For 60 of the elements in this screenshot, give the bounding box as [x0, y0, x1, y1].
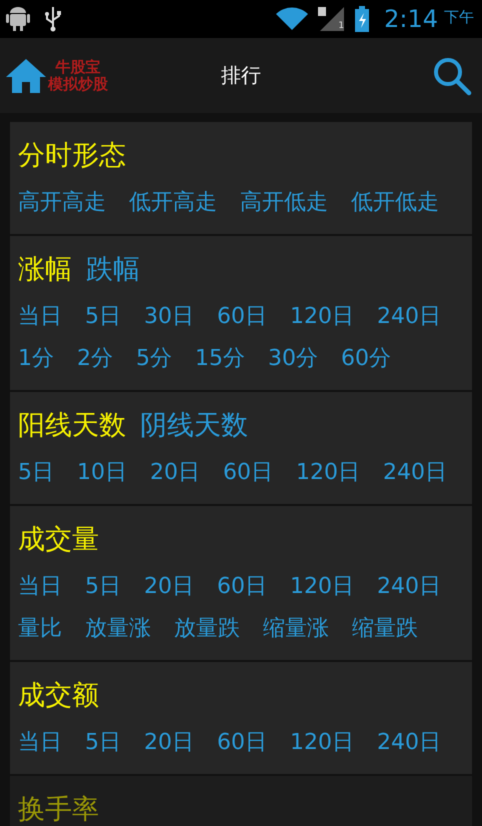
- ranking-link[interactable]: 20日: [150, 452, 200, 494]
- android-icon: [6, 6, 30, 32]
- ranking-link[interactable]: 缩量跌: [352, 608, 418, 650]
- ranking-link[interactable]: 20日: [144, 722, 194, 764]
- ranking-link[interactable]: 当日: [18, 722, 62, 764]
- ranking-link[interactable]: 240日: [377, 566, 441, 608]
- category-tab[interactable]: 阳线天数: [18, 406, 126, 446]
- battery-icon: [354, 6, 370, 32]
- ranking-link[interactable]: 5日: [85, 566, 121, 608]
- clock-period: 下午: [444, 8, 474, 27]
- ranking-link[interactable]: 15分: [195, 338, 245, 380]
- ranking-link[interactable]: 1分: [18, 338, 54, 380]
- ranking-link[interactable]: 120日: [296, 452, 360, 494]
- ranking-link[interactable]: 高开低走: [240, 182, 328, 224]
- ranking-link[interactable]: 30分: [268, 338, 318, 380]
- ranking-link[interactable]: 20日: [144, 566, 194, 608]
- ranking-link[interactable]: 240日: [377, 296, 441, 338]
- ranking-link[interactable]: 放量涨: [85, 608, 151, 650]
- ranking-link[interactable]: 60日: [217, 722, 267, 764]
- ranking-link[interactable]: 放量跌: [174, 608, 240, 650]
- ranking-link[interactable]: 2分: [77, 338, 113, 380]
- category-tab[interactable]: 跌幅: [86, 250, 140, 290]
- category-tab[interactable]: 涨幅: [18, 250, 72, 290]
- ranking-link[interactable]: 5日: [85, 296, 121, 338]
- ranking-link[interactable]: 低开低走: [351, 182, 439, 224]
- logo-text: 牛股宝: [56, 58, 100, 76]
- screen-title: 排行: [221, 62, 261, 89]
- ranking-link[interactable]: 60日: [223, 452, 273, 494]
- ranking-link[interactable]: 60分: [341, 338, 391, 380]
- ranking-link[interactable]: 高开高走: [18, 182, 106, 224]
- ranking-link[interactable]: 60日: [217, 566, 267, 608]
- wifi-icon: [276, 7, 308, 31]
- ranking-link[interactable]: 5分: [136, 338, 172, 380]
- signal-icon: [318, 7, 344, 31]
- ranking-link[interactable]: 5日: [85, 722, 121, 764]
- ranking-link[interactable]: 量比: [18, 608, 62, 650]
- ranking-link[interactable]: 240日: [377, 722, 441, 764]
- ranking-link[interactable]: 60日: [217, 296, 267, 338]
- ranking-link[interactable]: 240日: [383, 452, 447, 494]
- clock-time: 2:14: [384, 5, 438, 33]
- usb-icon: [44, 6, 62, 32]
- sim-number: 1: [338, 21, 344, 31]
- ranking-link[interactable]: 当日: [18, 566, 62, 608]
- ranking-link[interactable]: 低开高走: [129, 182, 217, 224]
- ranking-link[interactable]: 30日: [144, 296, 194, 338]
- ranking-link[interactable]: 120日: [290, 566, 354, 608]
- category-tab[interactable]: 换手率: [18, 790, 99, 826]
- ranking-link[interactable]: 10日: [77, 452, 127, 494]
- search-icon[interactable]: [432, 56, 472, 96]
- category-tab[interactable]: 成交量: [18, 520, 99, 560]
- logo-text: 模拟炒股: [48, 76, 108, 92]
- category-tab[interactable]: 阴线天数: [140, 406, 248, 446]
- ranking-link[interactable]: 120日: [290, 296, 354, 338]
- ranking-link[interactable]: 5日: [18, 452, 54, 494]
- category-tab[interactable]: 分时形态: [18, 136, 126, 176]
- ranking-link[interactable]: 120日: [290, 722, 354, 764]
- home-icon[interactable]: [6, 58, 46, 94]
- ranking-link[interactable]: 缩量涨: [263, 608, 329, 650]
- category-tab[interactable]: 成交额: [18, 676, 99, 716]
- ranking-link[interactable]: 当日: [18, 296, 62, 338]
